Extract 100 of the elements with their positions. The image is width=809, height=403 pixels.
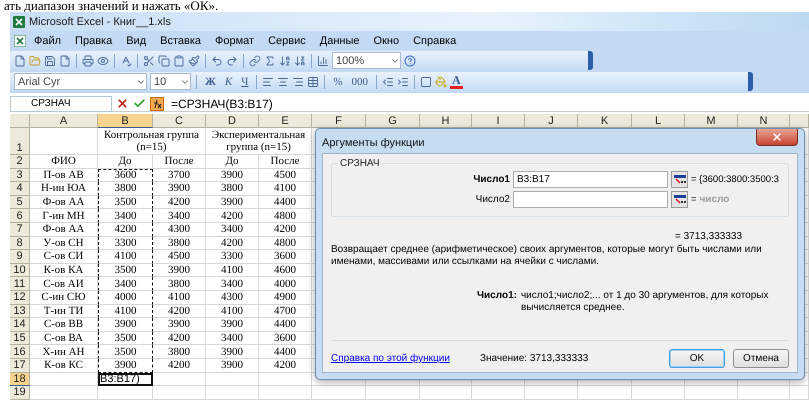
column-header[interactable]: H	[420, 114, 472, 128]
row-header[interactable]: 13	[10, 304, 30, 318]
paintbrush-icon[interactable]	[188, 54, 200, 66]
sort-descending-icon[interactable]	[294, 54, 306, 66]
menu-item[interactable]: Правка	[69, 34, 118, 46]
close-icon	[771, 131, 783, 143]
copy-icon[interactable]	[158, 54, 170, 66]
sigma-icon[interactable]	[264, 54, 276, 66]
row-header[interactable]: 1	[10, 128, 30, 155]
active-cell[interactable]: B3:B17)	[98, 372, 153, 386]
column-header[interactable]: K	[578, 114, 632, 128]
chart-icon[interactable]	[317, 54, 329, 66]
row-header[interactable]: 4	[10, 182, 30, 196]
function-button[interactable]	[150, 96, 164, 110]
underline-button[interactable]: Ч	[238, 76, 252, 88]
spellcheck-icon[interactable]	[120, 54, 132, 66]
save-icon[interactable]	[44, 54, 56, 66]
align-center-icon[interactable]	[277, 76, 290, 88]
bold-button[interactable]: Ж	[202, 76, 219, 88]
percent-button[interactable]: %	[330, 76, 346, 88]
row-header[interactable]: 17	[10, 358, 30, 372]
row-header[interactable]: 14	[10, 318, 30, 332]
column-header[interactable]: C	[153, 114, 206, 128]
menu-item[interactable]: Окно	[368, 34, 406, 46]
row-header[interactable]: 8	[10, 236, 30, 250]
menu-item[interactable]: Вид	[120, 34, 152, 46]
column-header[interactable]: B	[98, 114, 153, 128]
row-header[interactable]: 9	[10, 250, 30, 264]
column-header[interactable]: I	[472, 114, 525, 128]
indent-increase-icon[interactable]	[397, 76, 410, 88]
range-icon	[674, 174, 686, 184]
row-header[interactable]: 11	[10, 277, 30, 291]
table-cell: 3300	[206, 250, 259, 264]
column-header[interactable]: N	[738, 114, 790, 128]
help-link[interactable]: Справка по этой функции	[331, 353, 450, 364]
name-box[interactable]: СРЗНАЧ	[10, 96, 112, 112]
menu-item[interactable]: Данные	[314, 34, 366, 46]
row-header[interactable]: 2	[10, 155, 30, 169]
font-field[interactable]: Arial Cyr	[14, 73, 147, 90]
italic-button[interactable]: К	[222, 76, 236, 88]
column-header[interactable]: D	[206, 114, 259, 128]
menu-item[interactable]: Справка	[407, 34, 462, 46]
file-icon[interactable]	[59, 54, 71, 66]
zoom-field[interactable]: 100%	[332, 52, 401, 69]
link-icon[interactable]	[249, 54, 261, 66]
row-header[interactable]: 7	[10, 222, 30, 237]
new-file-icon[interactable]	[14, 54, 26, 66]
menu-item[interactable]: Формат	[209, 34, 260, 46]
column-header[interactable]: G	[366, 114, 420, 128]
ok-button[interactable]: OK	[669, 349, 725, 368]
table-cell: 4900	[259, 290, 312, 305]
row-header[interactable]: 12	[10, 290, 30, 305]
row-header[interactable]: 19	[10, 386, 30, 400]
align-right-icon[interactable]	[292, 76, 304, 88]
cancel-icon[interactable]	[116, 97, 129, 110]
table-cell: 3500	[98, 332, 153, 346]
table-cell: 4200	[153, 358, 206, 372]
column-header[interactable]: A	[30, 114, 98, 128]
column-header[interactable]: M	[685, 114, 738, 128]
thousands-button[interactable]: 000	[348, 76, 372, 88]
table-cell: 3400	[206, 222, 259, 237]
formula-field[interactable]: =СРЗНАЧ(B3:B17)	[171, 96, 273, 110]
range-select-button[interactable]	[671, 191, 688, 208]
column-header[interactable]: J	[525, 114, 578, 128]
menu-item[interactable]: Сервис	[262, 34, 312, 46]
row-header[interactable]: 10	[10, 264, 30, 278]
redo-icon[interactable]	[226, 54, 238, 66]
align-left-icon[interactable]	[262, 76, 274, 88]
range-select-button[interactable]	[671, 171, 688, 188]
sort-ascending-icon[interactable]	[279, 54, 291, 66]
argument-field[interactable]: B3:B17	[513, 171, 668, 188]
row-header[interactable]: 18	[10, 372, 30, 386]
column-header[interactable]: F	[312, 114, 366, 128]
table-cell: 3900	[98, 358, 153, 372]
column-header[interactable]: L	[632, 114, 685, 128]
menu-item[interactable]: Вставка	[154, 34, 208, 46]
font-size-field[interactable]: 10	[150, 73, 191, 90]
cancel-button[interactable]: Отмена	[733, 349, 789, 368]
fill-color-icon[interactable]	[435, 76, 448, 88]
row-header[interactable]: 5	[10, 196, 30, 210]
merge-cells-icon[interactable]	[307, 76, 320, 88]
check-icon[interactable]	[133, 97, 146, 110]
table-cell: После	[153, 155, 206, 169]
font-color-button[interactable]: A	[450, 74, 463, 88]
row-header[interactable]: 6	[10, 209, 30, 223]
indent-decrease-icon[interactable]	[382, 76, 394, 88]
borders-icon[interactable]	[420, 76, 432, 88]
preview-icon[interactable]	[97, 54, 109, 66]
scissors-icon[interactable]	[143, 54, 155, 66]
clipboard-icon[interactable]	[173, 54, 185, 66]
argument-field[interactable]	[513, 191, 668, 208]
column-header[interactable]: E	[259, 114, 312, 128]
row-header[interactable]: 16	[10, 345, 30, 359]
row-header[interactable]: 3	[10, 168, 30, 182]
row-header[interactable]: 15	[10, 332, 30, 346]
menu-item[interactable]: Файл	[28, 34, 68, 46]
undo-icon[interactable]	[211, 54, 223, 66]
table-cell: 3900	[153, 318, 206, 332]
printer-icon[interactable]	[82, 54, 94, 66]
help-icon[interactable]	[404, 54, 416, 66]
